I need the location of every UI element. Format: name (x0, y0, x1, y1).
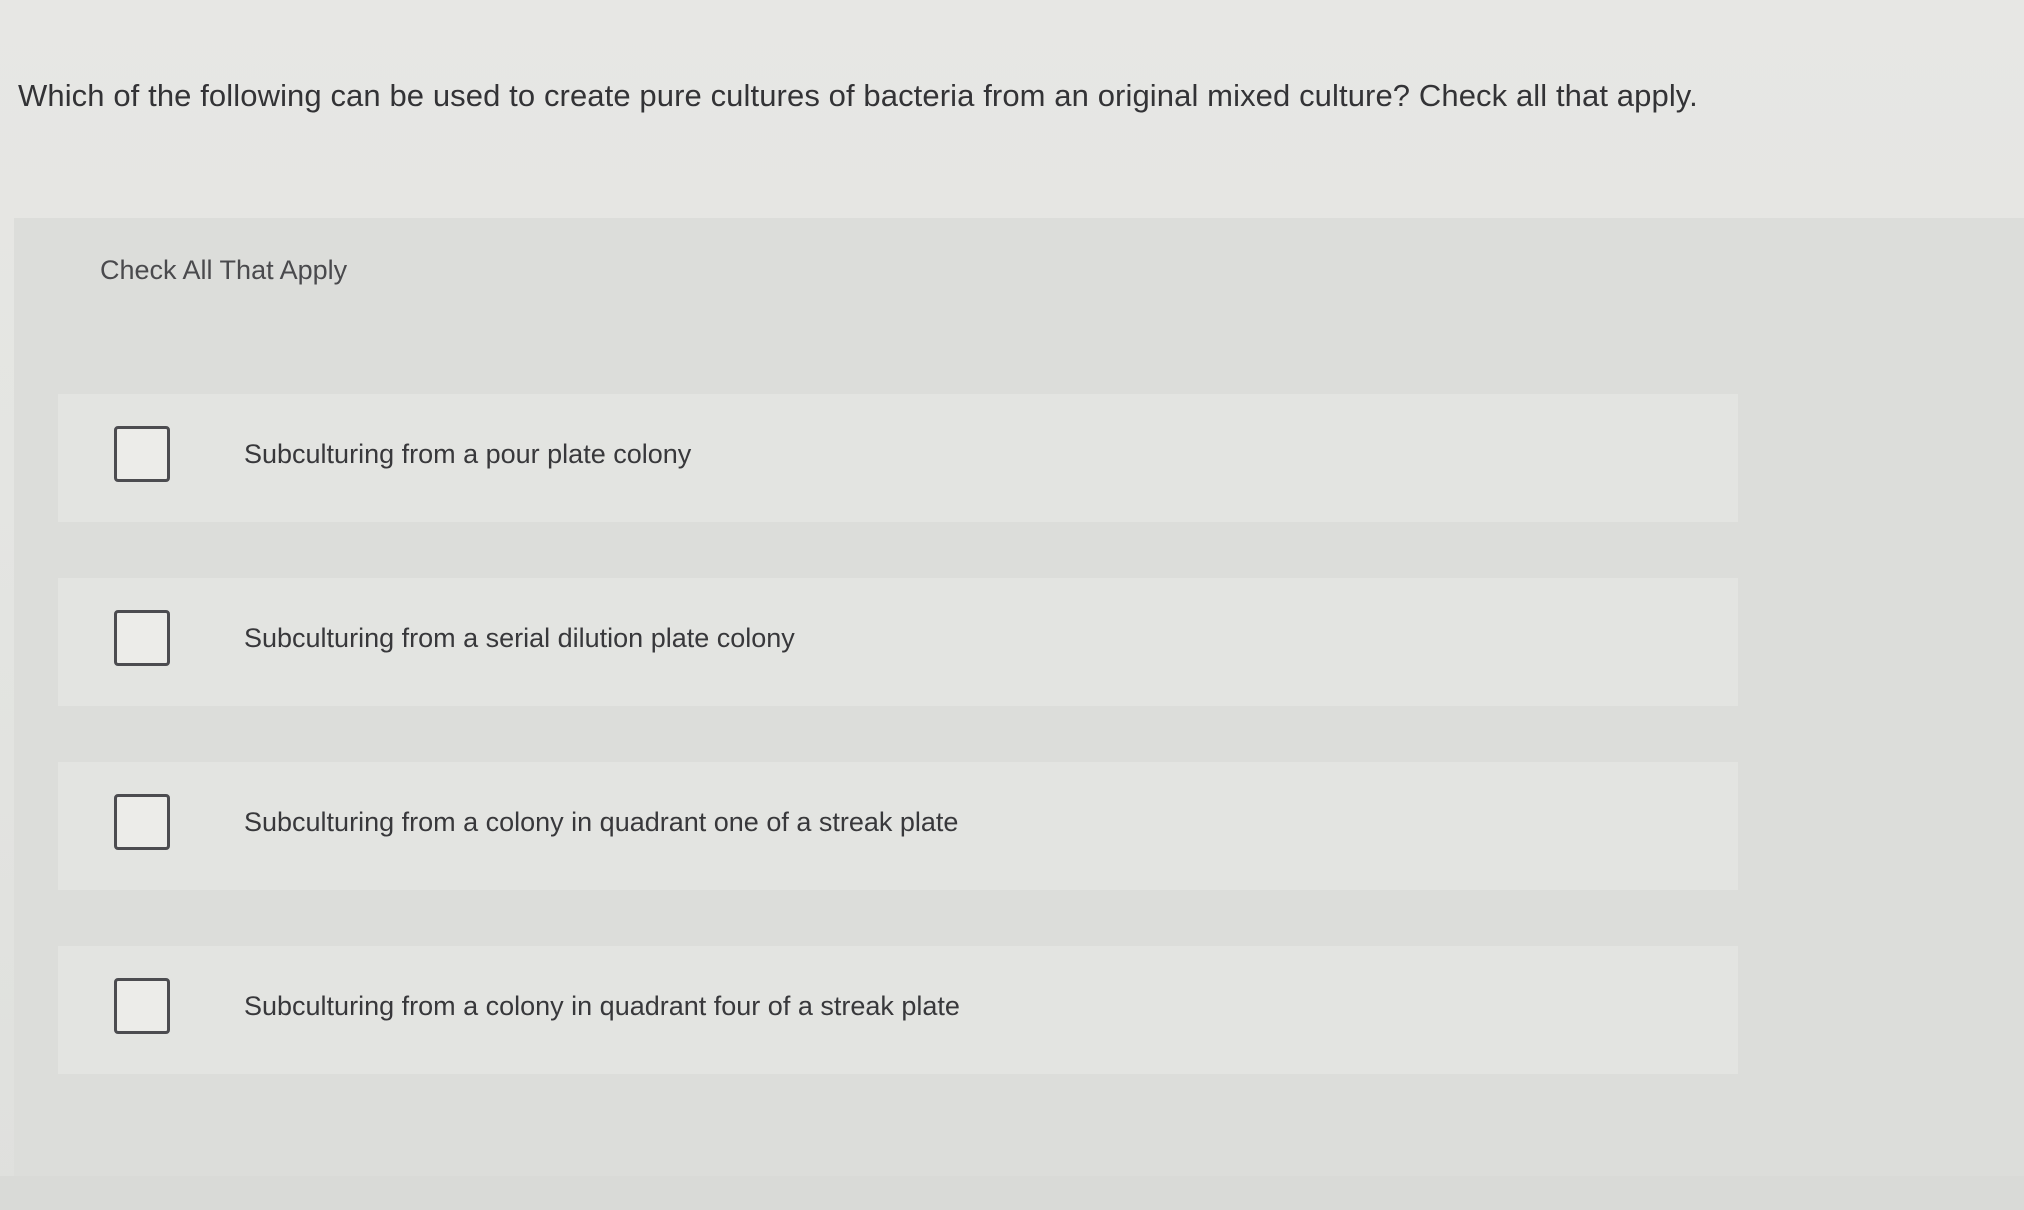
option-quadrant-one[interactable]: Subculturing from a colony in quadrant o… (58, 762, 1738, 890)
option-label: Subculturing from a pour plate colony (244, 439, 692, 469)
option-label: Subculturing from a colony in quadrant o… (244, 807, 959, 837)
option-label: Subculturing from a serial dilution plat… (244, 623, 795, 653)
option-label: Subculturing from a colony in quadrant f… (244, 991, 960, 1021)
checkbox-serial-dilution[interactable] (114, 610, 170, 666)
checkbox-quadrant-one[interactable] (114, 794, 170, 850)
bottom-strip (0, 1176, 2024, 1210)
options-list: Subculturing from a pour plate colony Su… (14, 218, 2024, 1178)
option-pour-plate[interactable]: Subculturing from a pour plate colony (58, 394, 1738, 522)
question-text: Which of the following can be used to cr… (18, 78, 1698, 113)
option-serial-dilution[interactable]: Subculturing from a serial dilution plat… (58, 578, 1738, 706)
checkbox-pour-plate[interactable] (114, 426, 170, 482)
checkbox-quadrant-four[interactable] (114, 978, 170, 1034)
answer-panel: Check All That Apply Subculturing from a… (14, 218, 2024, 1178)
option-quadrant-four[interactable]: Subculturing from a colony in quadrant f… (58, 946, 1738, 1074)
